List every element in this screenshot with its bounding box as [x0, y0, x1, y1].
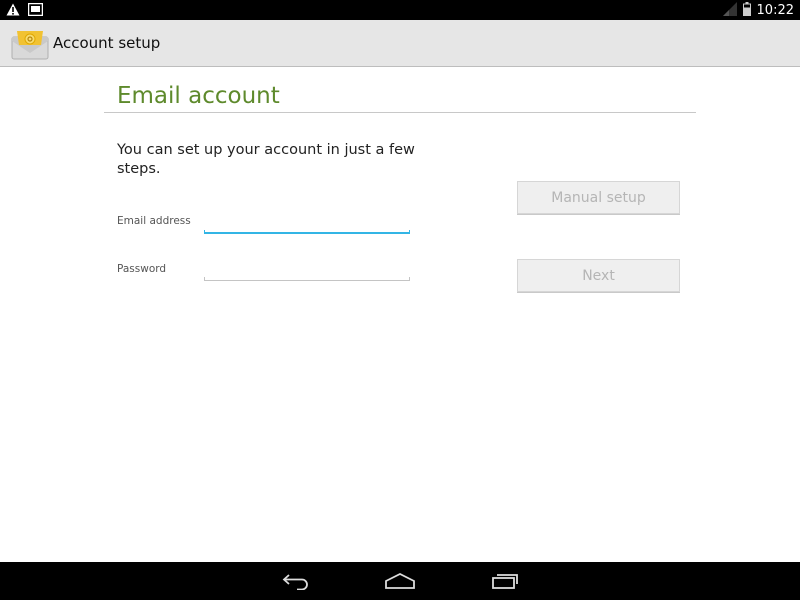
next-button[interactable]: Next [517, 259, 680, 292]
intro-text: You can set up your account in just a fe… [117, 142, 415, 177]
manual-setup-button[interactable]: Manual setup [517, 181, 680, 214]
heading-divider [104, 112, 696, 113]
action-bar: Account setup [0, 20, 800, 67]
password-field[interactable] [204, 259, 410, 281]
password-underline-left-tick [204, 277, 205, 281]
email-underline-left-tick [204, 230, 205, 234]
email-label: Email address [117, 215, 191, 227]
password-label: Password [117, 263, 167, 275]
password-underline-right-tick [409, 277, 410, 281]
email-app-icon[interactable] [11, 29, 49, 60]
warning-icon [6, 1, 20, 20]
status-bar: 10:22 [0, 0, 800, 20]
email-underline-right-tick [409, 230, 410, 234]
status-clock: 10:22 [756, 2, 794, 18]
navigation-bar [0, 562, 800, 600]
home-icon[interactable] [383, 569, 417, 593]
page-title: Email account [117, 83, 280, 109]
recent-apps-icon[interactable] [488, 569, 522, 593]
status-right-icons: 10:22 [722, 0, 794, 20]
screenshot-icon [27, 1, 44, 20]
signal-icon [722, 1, 737, 20]
battery-icon [742, 1, 751, 20]
status-left-icons [6, 1, 44, 20]
action-bar-title: Account setup [53, 34, 161, 52]
back-icon[interactable] [279, 569, 313, 593]
email-field[interactable] [204, 212, 410, 234]
